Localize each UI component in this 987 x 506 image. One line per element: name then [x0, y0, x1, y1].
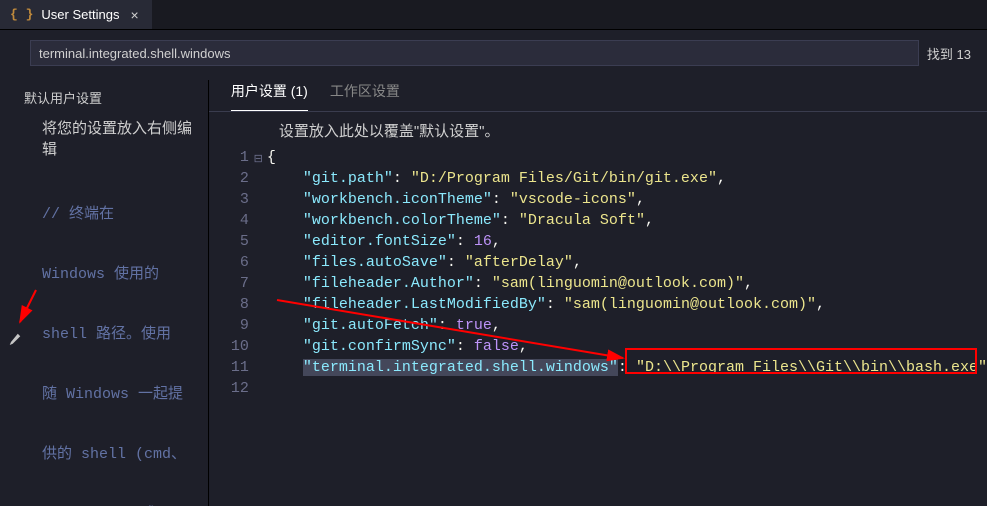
- line-number: 5: [209, 231, 249, 252]
- code-body[interactable]: { "git.path": "D:/Program Files/Git/bin/…: [267, 147, 987, 399]
- comment-line: 随 Windows 一起提: [42, 385, 204, 405]
- code-key: "files.autoSave": [303, 254, 447, 271]
- tab-bar: { } User Settings ×: [0, 0, 987, 30]
- user-settings-hint: 设置放入此处以覆盖"默认设置"。: [209, 112, 987, 147]
- default-settings-panel: 默认用户设置 将您的设置放入右侧编辑 // 终端在 Windows 使用的 sh…: [0, 80, 209, 506]
- user-settings-panel: 用户设置 (1) 工作区设置 设置放入此处以覆盖"默认设置"。 1⊟ 2 3 4…: [209, 80, 987, 506]
- tab-title: User Settings: [41, 7, 119, 22]
- code-value: true: [456, 317, 492, 334]
- line-number: 2: [209, 168, 249, 189]
- search-row: 找到 13: [0, 30, 987, 80]
- code-value: 16: [474, 233, 492, 250]
- code-value: "sam(linguomin@outlook.com)": [564, 296, 816, 313]
- code-token: {: [267, 149, 276, 166]
- fold-icon[interactable]: ⊟: [254, 150, 263, 171]
- line-number: 7: [209, 273, 249, 294]
- line-number: 11: [209, 357, 249, 378]
- code-value: false: [474, 338, 519, 355]
- tab-user-scope[interactable]: 用户设置 (1): [231, 81, 308, 111]
- code-key: "git.confirmSync": [303, 338, 456, 355]
- default-settings-hint: 将您的设置放入右侧编辑: [0, 117, 208, 165]
- line-number: 1⊟: [209, 147, 249, 168]
- tab-workspace-scope[interactable]: 工作区设置: [330, 81, 400, 110]
- settings-split: 默认用户设置 将您的设置放入右侧编辑 // 终端在 Windows 使用的 sh…: [0, 80, 987, 506]
- code-key: "git.path": [303, 170, 393, 187]
- user-settings-editor[interactable]: 1⊟ 2 3 4 5 6 7 8 9 10 11 12 { "git.path"…: [209, 147, 987, 399]
- default-settings-code[interactable]: // 终端在 Windows 使用的 shell 路径。使用 随 Windows…: [0, 165, 208, 506]
- pencil-icon[interactable]: [8, 332, 22, 346]
- comment-line: 供的 shell (cmd、: [42, 445, 204, 465]
- code-key: "workbench.colorTheme": [303, 212, 501, 229]
- line-number: 10: [209, 336, 249, 357]
- comment-line: shell 路径。使用: [42, 325, 204, 345]
- code-key: "fileheader.Author": [303, 275, 474, 292]
- line-number: 3: [209, 189, 249, 210]
- code-value: "D:\\Program Files\\Git\\bin\\bash.exe": [636, 359, 987, 376]
- line-number: 6: [209, 252, 249, 273]
- line-number: 4: [209, 210, 249, 231]
- code-value: "sam(linguomin@outlook.com)": [492, 275, 744, 292]
- tab-user-settings[interactable]: { } User Settings ×: [0, 0, 153, 29]
- code-value: "afterDelay": [465, 254, 573, 271]
- code-value: "D:/Program Files/Git/bin/git.exe": [411, 170, 717, 187]
- code-key: "editor.fontSize": [303, 233, 456, 250]
- line-number: 9: [209, 315, 249, 336]
- close-icon[interactable]: ×: [127, 7, 141, 23]
- code-key: "fileheader.LastModifiedBy": [303, 296, 546, 313]
- line-number: 8: [209, 294, 249, 315]
- code-key: "terminal.integrated.shell.windows": [303, 359, 618, 376]
- default-settings-title: 默认用户设置: [0, 80, 208, 117]
- gutter: 1⊟ 2 3 4 5 6 7 8 9 10 11 12: [209, 147, 267, 399]
- braces-icon: { }: [10, 7, 33, 22]
- code-key: "workbench.iconTheme": [303, 191, 492, 208]
- settings-search-input[interactable]: [30, 40, 919, 66]
- comment-line: Windows 使用的: [42, 265, 204, 285]
- settings-scope-tabs: 用户设置 (1) 工作区设置: [209, 80, 987, 112]
- code-key: "git.autoFetch": [303, 317, 438, 334]
- code-value: "Dracula Soft": [519, 212, 645, 229]
- search-results-count: 找到 13: [927, 44, 975, 63]
- code-value: "vscode-icons": [510, 191, 636, 208]
- line-number: 12: [209, 378, 249, 399]
- comment-line: // 终端在: [42, 205, 204, 225]
